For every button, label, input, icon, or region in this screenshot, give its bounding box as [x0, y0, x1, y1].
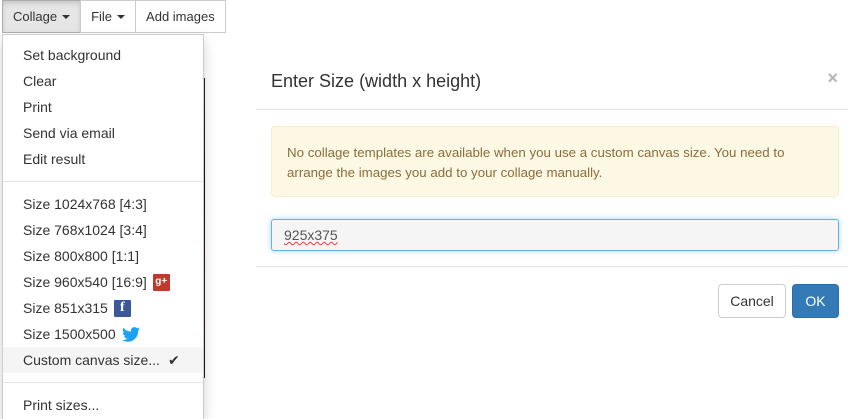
collage-menu-label: Collage: [13, 9, 58, 24]
menu-item-send-email[interactable]: Send via email: [3, 120, 203, 146]
menu-divider: [3, 382, 203, 383]
caret-down-icon: [62, 14, 71, 19]
dialog-header: Enter Size (width x height) ×: [256, 52, 848, 110]
menu-item-print[interactable]: Print: [3, 94, 203, 120]
dialog-footer: Cancel OK: [256, 266, 848, 334]
canvas-size-input[interactable]: 925x375: [271, 219, 839, 251]
menu-item-label: Custom canvas size...: [23, 352, 160, 368]
menu-item-size-960x540[interactable]: Size 960x540 [16:9] g+: [3, 269, 203, 295]
menu-item-size-800x800[interactable]: Size 800x800 [1:1]: [3, 243, 203, 269]
collage-dropdown-menu: Set background Clear Print Send via emai…: [2, 34, 204, 419]
menu-item-label: Edit result: [23, 151, 86, 167]
facebook-icon: f: [113, 299, 131, 317]
menu-item-label: Size 960x540 [16:9]: [23, 274, 147, 290]
menu-item-label: Size 768x1024 [3:4]: [23, 222, 147, 238]
dialog-title-text: Enter Size: [271, 71, 355, 91]
menu-item-label: Size 1024x768 [4:3]: [23, 196, 147, 212]
menu-item-set-background[interactable]: Set background: [3, 42, 203, 68]
menu-item-label: Print sizes...: [23, 397, 100, 413]
canvas-size-value: 925x375: [284, 227, 338, 243]
menu-item-label: Size 800x800 [1:1]: [23, 248, 139, 264]
menu-divider: [3, 181, 203, 182]
menu-item-label: Print: [23, 99, 52, 115]
menu-item-label: Size 1500x500: [23, 326, 116, 342]
file-menu-label: File: [91, 9, 113, 24]
menu-item-size-768x1024[interactable]: Size 768x1024 [3:4]: [3, 217, 203, 243]
menu-item-size-851x315[interactable]: Size 851x315 f: [3, 295, 203, 321]
twitter-icon: [121, 326, 140, 342]
google-plus-icon: g+: [152, 273, 170, 291]
warning-alert: No collage templates are available when …: [271, 126, 839, 197]
dialog-title: Enter Size (width x height): [271, 71, 481, 92]
checkmark-icon: ✔: [167, 352, 180, 368]
menu-item-print-sizes[interactable]: Print sizes...: [3, 392, 203, 418]
menu-item-edit-result[interactable]: Edit result: [3, 146, 203, 172]
menu-item-label: Size 851x315: [23, 300, 108, 316]
menu-item-label: Send via email: [23, 125, 115, 141]
collage-menu-button[interactable]: Collage: [2, 0, 82, 33]
caret-down-icon: [117, 14, 126, 19]
enter-size-dialog: Enter Size (width x height) × No collage…: [256, 52, 848, 334]
add-images-button[interactable]: Add images: [135, 0, 226, 33]
menu-item-custom-canvas-size[interactable]: Custom canvas size... ✔: [3, 347, 203, 373]
file-menu-button[interactable]: File: [80, 0, 137, 33]
menu-item-label: Clear: [23, 73, 57, 89]
menu-item-size-1024x768[interactable]: Size 1024x768 [4:3]: [3, 191, 203, 217]
add-images-label: Add images: [146, 9, 215, 24]
close-icon[interactable]: ×: [827, 68, 838, 89]
cancel-button[interactable]: Cancel: [718, 284, 786, 318]
menu-item-label: Set background: [23, 47, 122, 63]
ok-button[interactable]: OK: [792, 284, 839, 318]
toolbar: Collage File Add images: [2, 0, 226, 33]
menu-item-size-1500x500[interactable]: Size 1500x500: [3, 321, 203, 347]
menu-item-clear[interactable]: Clear: [3, 68, 203, 94]
dialog-title-suffix: (width x height): [359, 71, 482, 91]
